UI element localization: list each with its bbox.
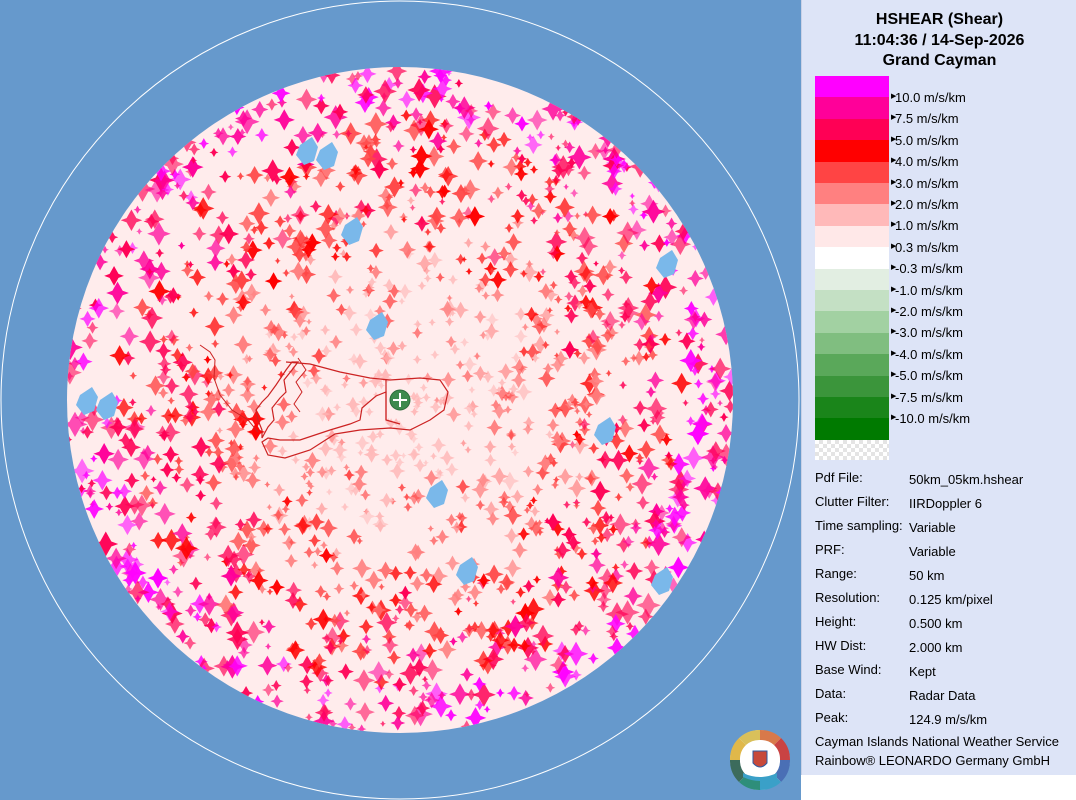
legend-swatch [815, 140, 889, 162]
credit-line: Cayman Islands National Weather Service [815, 734, 1059, 749]
legend-swatch-no-data [815, 439, 889, 460]
parameter-name: Peak: [815, 710, 849, 725]
legend-swatch [815, 247, 889, 269]
legend-label: 4.0 m/s/km [895, 154, 959, 170]
legend-label: 1.0 m/s/km [895, 218, 959, 234]
parameter-name: PRF: [815, 542, 845, 557]
legend-label: 0.3 m/s/km [895, 239, 959, 255]
legend-label: -5.0 m/s/km [895, 368, 963, 384]
parameter-value: Radar Data [909, 688, 976, 703]
parameter-name: Range: [815, 566, 857, 581]
parameter-value: 0.125 km/pixel [909, 592, 993, 607]
legend-swatch [815, 375, 889, 397]
parameter-value: 2.000 km [909, 640, 963, 655]
legend-swatch [815, 183, 889, 205]
legend-swatch [815, 397, 889, 419]
legend-label: -4.0 m/s/km [895, 346, 963, 362]
legend-swatch [815, 97, 889, 119]
parameter-value: IIRDoppler 6 [909, 496, 982, 511]
parameter-value: 0.500 km [909, 616, 963, 631]
legend-swatch [815, 332, 889, 355]
parameter-name: Data: [815, 686, 847, 701]
parameter-name: Clutter Filter: [815, 494, 890, 509]
legend-label: 3.0 m/s/km [895, 175, 959, 191]
legend-label: -1.0 m/s/km [895, 282, 963, 298]
radar-site[interactable] [389, 389, 411, 411]
parameter-value: 50km_05km.hshear [909, 472, 1024, 487]
parameter-name: Time sampling: [815, 518, 903, 533]
parameter-name: Base Wind: [815, 662, 882, 677]
parameter-name: Pdf File: [815, 470, 863, 485]
legend-label: -0.3 m/s/km [895, 261, 963, 277]
site-location: Grand Cayman [882, 52, 997, 69]
legend-label: 7.5 m/s/km [895, 111, 959, 127]
parameter-value: Variable [909, 544, 956, 559]
legend-swatch [815, 418, 889, 440]
parameter-value: 50 km [909, 568, 945, 583]
info-panel: HSHEAR (Shear) 11:04:36 / 14-Sep-2026 Gr… [801, 0, 1076, 775]
legend-label: -2.0 m/s/km [895, 304, 963, 319]
legend-swatch [815, 76, 889, 98]
legend-label: -7.5 m/s/km [895, 389, 963, 405]
legend-swatch [815, 204, 889, 226]
legend-swatch [815, 311, 889, 333]
legend-label: -10.0 m/s/km [895, 411, 971, 426]
scan-datetime: 11:04:36 / 14-Sep-2026 [854, 32, 1025, 49]
legend-swatch [815, 118, 889, 141]
parameter-name: HW Dist: [815, 638, 867, 653]
parameter-value: Kept [909, 664, 936, 679]
legend-swatch [815, 268, 889, 290]
parameter-value: 124.9 m/s/km [909, 712, 988, 727]
legend-label: 2.0 m/s/km [895, 197, 959, 212]
legend-label: 10.0 m/s/km [895, 90, 966, 105]
parameter-name: Height: [815, 614, 857, 629]
parameter-value: Variable [909, 520, 956, 535]
credit-line: Rainbow® LEONARDO Germany GmbH [815, 753, 1050, 768]
weather-service-logo [729, 729, 791, 791]
legend-label: 5.0 m/s/km [895, 132, 959, 148]
panel-footer [801, 775, 1076, 800]
parameter-name: Resolution: [815, 590, 881, 605]
legend-label: -3.0 m/s/km [895, 325, 963, 341]
radar-display [0, 0, 800, 800]
legend-swatch [815, 354, 889, 376]
product-title: HSHEAR (Shear) [875, 11, 1004, 28]
legend-swatch [815, 161, 889, 183]
legend-swatch [815, 290, 889, 312]
radar-map[interactable] [0, 0, 800, 800]
legend-swatch [815, 225, 889, 248]
